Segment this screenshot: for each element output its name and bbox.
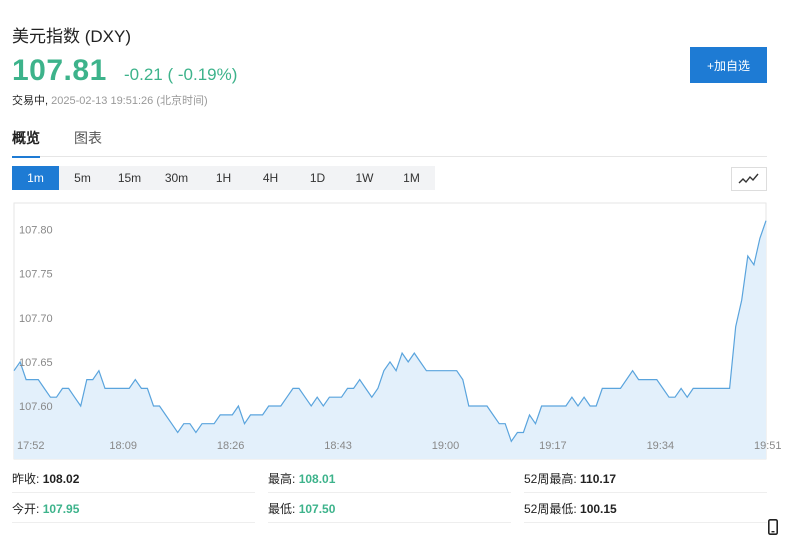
stat-label: 52周最低:: [524, 502, 577, 516]
period-5m[interactable]: 5m: [59, 166, 106, 190]
price-chart: 107.60 107.65 107.70 107.75 107.80 17:52 18:09…: [13, 202, 782, 460]
stat-52w-low: 52周最低: 100.15: [524, 496, 767, 523]
stat-label: 今开:: [12, 502, 40, 516]
tab-bar: 概览 图表: [12, 128, 767, 158]
current-price: 107.81: [12, 54, 107, 87]
stat-value: 108.02: [42, 472, 80, 486]
price-change: -0.21 ( -0.19%): [124, 65, 238, 84]
period-1mo[interactable]: 1M: [388, 166, 435, 190]
period-30m[interactable]: 30m: [153, 166, 200, 190]
stat-high: 最高: 108.01: [268, 466, 511, 493]
status-label: 交易中,: [12, 95, 49, 107]
x-tick-label: 19:51: [754, 440, 782, 452]
period-1w[interactable]: 1W: [341, 166, 388, 190]
x-tick-label: 18:43: [324, 440, 352, 452]
stat-prev-close: 昨收: 108.02: [12, 466, 255, 493]
stat-value: 110.17: [580, 472, 617, 486]
x-tick-label: 18:26: [217, 440, 245, 452]
add-watchlist-button[interactable]: +加自选: [690, 47, 767, 83]
stat-value: 107.95: [42, 502, 80, 516]
stat-open: 今开: 107.95: [12, 496, 255, 523]
stat-52w-high: 52周最高: 110.17: [524, 466, 767, 493]
x-tick-label: 19:17: [539, 440, 567, 452]
stat-label: 最低:: [268, 502, 296, 516]
page-title: 美元指数 (DXY): [12, 27, 131, 46]
trading-status: 交易中, 2025-02-13 19:51:26 (北京时间): [12, 92, 208, 108]
tab-chart[interactable]: 图表: [74, 128, 102, 156]
period-1h[interactable]: 1H: [200, 166, 247, 190]
tab-overview[interactable]: 概览: [12, 128, 40, 158]
stat-label: 52周最高:: [524, 472, 577, 486]
timestamp: 2025-02-13 19:51:26 (北京时间): [51, 95, 208, 107]
y-tick-label: 107.65: [19, 357, 53, 369]
mobile-icon[interactable]: [768, 519, 778, 535]
y-tick-label: 107.70: [19, 313, 53, 325]
stat-value: 108.01: [298, 472, 336, 486]
y-tick-label: 107.75: [19, 269, 53, 281]
period-1d[interactable]: 1D: [294, 166, 341, 190]
x-tick-label: 18:09: [109, 440, 137, 452]
stat-value: 107.50: [298, 502, 336, 516]
period-15m[interactable]: 15m: [106, 166, 153, 190]
line-chart-icon: [738, 173, 759, 184]
period-4h[interactable]: 4H: [247, 166, 294, 190]
x-tick-label: 19:34: [647, 440, 675, 452]
stat-label: 昨收:: [12, 472, 40, 486]
x-tick-label: 19:00: [432, 440, 460, 452]
stat-low: 最低: 107.50: [268, 496, 511, 523]
y-tick-label: 107.60: [19, 401, 53, 413]
stat-value: 100.15: [580, 502, 617, 516]
period-selector: 1m 5m 15m 30m 1H 4H 1D 1W 1M: [12, 166, 435, 190]
x-tick-label: 17:52: [17, 440, 45, 452]
stat-label: 最高:: [268, 472, 296, 486]
y-tick-label: 107.80: [19, 224, 53, 236]
chart-type-button[interactable]: [731, 167, 767, 191]
period-1m[interactable]: 1m: [12, 166, 59, 190]
